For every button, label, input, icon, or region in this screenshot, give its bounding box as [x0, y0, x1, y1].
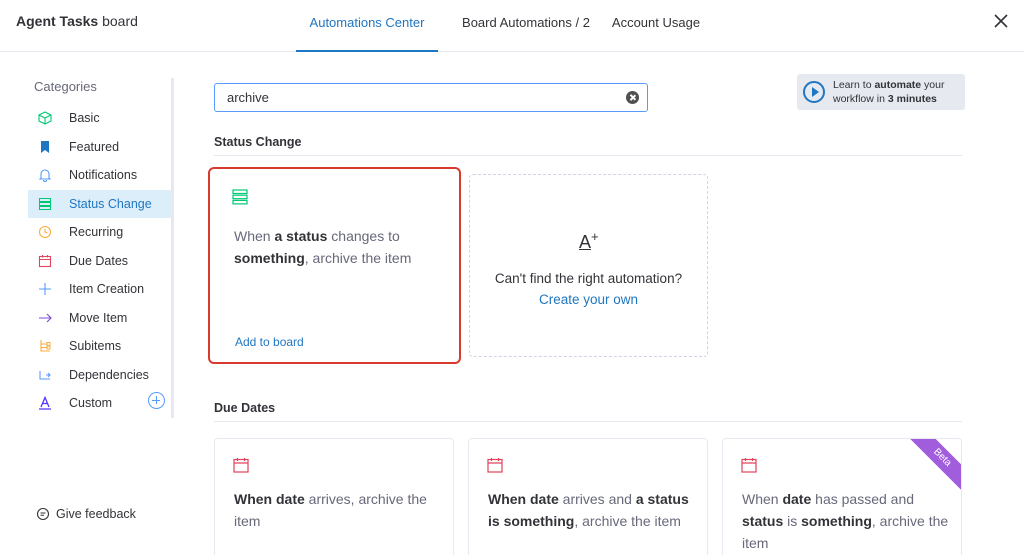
subitems-icon — [38, 339, 52, 353]
search-input[interactable]: archive — [214, 83, 648, 112]
calendar-icon — [38, 254, 52, 268]
sidebar-item-label: Item Creation — [69, 282, 145, 297]
sidebar-item-dependencies[interactable]: Dependencies — [28, 361, 171, 390]
tab-automations-center[interactable]: Automations Center — [296, 0, 438, 52]
section-divider — [214, 421, 962, 422]
status-list-icon — [232, 189, 248, 205]
sidebar-item-subitems[interactable]: Subitems — [28, 332, 171, 361]
section-divider — [214, 155, 962, 156]
sidebar-item-label: Notifications — [69, 168, 138, 183]
sidebar-item-label: Custom — [69, 396, 113, 411]
dependency-icon — [38, 368, 52, 382]
create-card-text: Can't find the right automation? Create … — [470, 268, 707, 310]
automation-recipe-text: When date arrives, archive the item — [234, 491, 427, 529]
status-list-icon — [38, 197, 52, 211]
sidebar-item-move-item[interactable]: Move Item — [28, 304, 171, 333]
close-icon[interactable] — [992, 12, 1010, 30]
create-your-own-link[interactable]: Create your own — [470, 289, 707, 310]
automation-card-date-passed-archive[interactable]: When date has passed and status is somet… — [722, 438, 962, 555]
sidebar-item-basic[interactable]: Basic — [28, 104, 171, 133]
give-feedback-link[interactable]: Give feedback — [36, 507, 136, 521]
categories-title: Categories — [34, 79, 97, 94]
bell-icon — [38, 168, 52, 183]
section-title-due-dates: Due Dates — [214, 401, 276, 415]
learn-video-button[interactable]: Learn to automate your workflow in 3 minu… — [797, 74, 965, 110]
custom-a-icon — [38, 396, 52, 410]
feedback-label: Give feedback — [56, 507, 136, 521]
sidebar-item-label: Basic — [69, 111, 100, 126]
sidebar-item-due-dates[interactable]: Due Dates — [28, 247, 171, 276]
automation-recipe-text: When a status changes to something, archi… — [234, 228, 412, 266]
learn-text: Learn to automate your workflow in 3 minu… — [833, 79, 945, 105]
board-title: Agent Tasks board — [16, 13, 138, 29]
clear-search-icon[interactable] — [626, 91, 639, 104]
categories-sidebar: Categories Basic Featured Notifications … — [28, 78, 174, 418]
tab-bar: Automations Center Board Automations / 2… — [296, 0, 706, 52]
header: Agent Tasks board Automations Center Boa… — [0, 0, 1024, 52]
sidebar-item-recurring[interactable]: Recurring — [28, 218, 171, 247]
sidebar-item-notifications[interactable]: Notifications — [28, 161, 171, 190]
sidebar-item-label: Move Item — [69, 310, 128, 325]
tab-board-automations[interactable]: Board Automations / 2 — [446, 0, 606, 52]
automation-card-status-archive[interactable]: When a status changes to something, archi… — [208, 167, 461, 364]
beta-label: Beta — [905, 439, 961, 495]
search-value: archive — [227, 90, 269, 105]
sidebar-item-item-creation[interactable]: Item Creation — [28, 275, 171, 304]
sidebar-item-featured[interactable]: Featured — [28, 133, 171, 162]
sidebar-item-label: Due Dates — [69, 253, 129, 268]
custom-automation-icon: A+ — [579, 229, 599, 252]
tab-account-usage[interactable]: Account Usage — [606, 0, 706, 52]
arrow-right-icon — [38, 311, 52, 325]
automation-card-date-status-archive[interactable]: When date arrives and a status is somethi… — [468, 438, 708, 555]
bookmark-icon — [38, 140, 52, 154]
play-icon — [803, 81, 825, 103]
feedback-icon — [36, 507, 50, 521]
add-category-icon[interactable] — [148, 392, 165, 409]
calendar-icon — [233, 457, 249, 473]
beta-badge: Beta — [905, 439, 961, 495]
sidebar-item-label: Status Change — [69, 196, 152, 211]
sidebar-item-label: Featured — [69, 139, 120, 154]
sidebar-item-label: Recurring — [69, 225, 124, 240]
sidebar-item-status-change[interactable]: Status Change — [28, 189, 171, 218]
automation-recipe-text: When date has passed and status is somet… — [742, 491, 949, 551]
calendar-icon — [741, 457, 757, 473]
create-automation-card[interactable]: A+ Can't find the right automation? Crea… — [469, 174, 708, 357]
sidebar-item-label: Dependencies — [69, 367, 149, 382]
calendar-icon — [487, 457, 503, 473]
section-title-status-change: Status Change — [214, 135, 302, 149]
automation-recipe-text: When date arrives and a status is somethi… — [488, 491, 689, 529]
add-to-board-link[interactable]: Add to board — [235, 335, 304, 349]
cube-icon — [38, 111, 52, 125]
plus-icon — [38, 282, 52, 296]
automation-card-date-archive[interactable]: When date arrives, archive the item — [214, 438, 454, 555]
clock-icon — [38, 225, 52, 239]
sidebar-item-label: Subitems — [69, 339, 122, 354]
